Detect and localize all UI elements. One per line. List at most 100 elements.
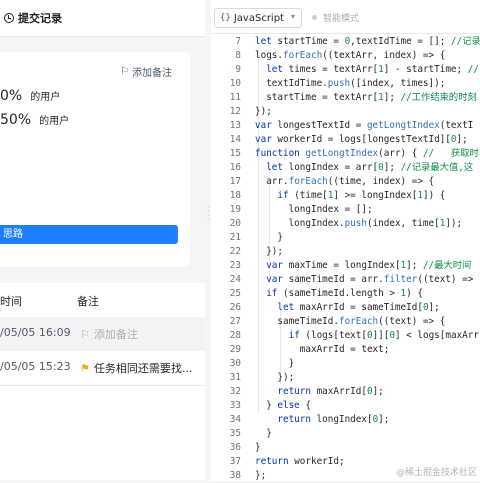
line-number: 36 (229, 442, 241, 453)
smart-mode-toggle[interactable]: 智能模式 (312, 11, 359, 24)
code-line: if (sameTimeId.length > 1) { (266, 288, 423, 299)
code-line: longIndex = []; (255, 204, 373, 215)
line-number: 26 (229, 302, 241, 313)
code-line: let longIndex = arr[0]; //记录最大值,这 (266, 162, 474, 173)
code-line: maxArrId = text; (255, 344, 390, 355)
line-number: 22 (229, 246, 241, 257)
code-line: } else { (255, 400, 311, 411)
language-label: JavaScript (233, 12, 284, 24)
line-number: 20 (229, 218, 241, 229)
line-number: 25 (229, 288, 241, 299)
code-line: textIdTime.push([index, times]); (255, 78, 446, 89)
line-number: 29 (229, 344, 241, 355)
code-area[interactable]: let startTime = 0,textIdTime = []; //记录 … (255, 34, 480, 481)
line-number: 37 (229, 456, 241, 467)
line-number: 9 (235, 64, 241, 75)
left-tabbar: 提交记录 (0, 0, 205, 37)
stat-runtime: 0% 的用户 (0, 88, 60, 104)
line-number: 17 (229, 176, 241, 187)
note-text: 任务相同还需要找... (93, 362, 193, 375)
editor-panel: {} JavaScript ▾ 智能模式 7 8 9 10 11 12 13 14 15 16 17… (211, 0, 480, 481)
code-line: logs.forEach((textArr, index) => { (255, 50, 446, 61)
line-number: 18 (229, 190, 241, 201)
code-line: longIndex.push(index, time[1]); (255, 218, 463, 229)
tab-submission-history[interactable]: 提交记录 (0, 0, 74, 36)
editor-toolbar: {} JavaScript ▾ 智能模式 (211, 0, 480, 36)
add-note-button[interactable]: ⚐ 添加备注 (120, 64, 172, 79)
note-cell[interactable]: ⚑ 任务相同还需要找... (80, 360, 192, 376)
code-line: } (255, 358, 295, 369)
code-line: var longestTextId = getLongtIndex(textI (255, 120, 474, 131)
line-number: 8 (235, 50, 241, 61)
stat-runtime-value: 0% (0, 88, 23, 104)
code-line: var workerId = logs[longestTextId][0]; (255, 134, 468, 145)
code-line: return maxArrId[0]; (277, 386, 384, 397)
line-number-gutter: 7 8 9 10 11 12 13 14 15 16 17 18 19 20 21 22 23 24 25 26 27 2… (211, 34, 251, 481)
left-panel: 提交记录 ⚐ 添加备注 0% 的用户 50% 的用户 思路 时间 备注 /05/05… (0, 0, 205, 480)
line-number: 14 (229, 134, 241, 145)
write-idea-button[interactable]: 思路 (0, 225, 178, 244)
smart-mode-label: 智能模式 (323, 14, 360, 24)
line-number: 11 (229, 92, 241, 103)
code-line: let startTime = 0,textIdTime = []; //记录 (255, 36, 480, 47)
code-line: sameTimeId.forEach((text) => { (255, 316, 446, 327)
stat-memory-value: 50% (0, 112, 32, 128)
submission-time: /05/05 15:23 (0, 360, 71, 373)
line-number: 34 (229, 414, 241, 425)
flag-icon: ⚐ (120, 66, 129, 77)
table-header: 时间 备注 (0, 283, 205, 318)
code-line: } (255, 442, 261, 453)
line-number: 38 (229, 470, 241, 481)
line-number: 28 (229, 330, 241, 341)
drag-handle-icon[interactable]: · · · · (207, 204, 210, 224)
stat-memory-text: 的用户 (39, 116, 70, 127)
language-select[interactable]: {} JavaScript ▾ (214, 8, 302, 28)
panel-splitter[interactable] (207, 0, 210, 480)
code-line: return longIndex[0]; (277, 414, 390, 425)
line-number: 23 (229, 260, 241, 271)
line-number: 16 (229, 162, 241, 173)
line-number: 30 (229, 358, 241, 369)
chevron-down-icon: ▾ (290, 12, 295, 21)
line-number: 10 (229, 78, 241, 89)
add-note-link[interactable]: ⚐ 添加备注 (80, 326, 138, 342)
code-line: }); (255, 246, 283, 257)
code-line: let maxArrId = sameTimeId[0]; (277, 302, 440, 313)
code-line: } (255, 428, 272, 439)
toggle-dot-icon (312, 15, 317, 20)
line-number: 12 (229, 106, 241, 117)
line-number: 32 (229, 386, 241, 397)
line-number: 35 (229, 428, 241, 439)
stat-memory: 50% 的用户 (0, 112, 69, 128)
code-line: let times = textArr[1] - startTime; // (266, 64, 479, 75)
line-number: 19 (229, 204, 241, 215)
code-editor[interactable]: 7 8 9 10 11 12 13 14 15 16 17 18 19 20 21 22 23 24 25 26 27 2… (211, 33, 480, 481)
code-line: if (logs[text[0]][0] < logs[maxArr (288, 330, 479, 341)
code-line: function getLongtIndex(arr) { // 获取时 (255, 148, 479, 159)
line-number: 31 (229, 372, 241, 383)
submission-time: /05/05 16:09 (0, 326, 71, 339)
submission-table: 时间 备注 /05/05 16:09 ⚐ 添加备注 /05/05 15:23 ⚑… (0, 283, 205, 480)
tab-history-label: 提交记录 (18, 12, 62, 25)
code-line: return workerId; (255, 456, 345, 467)
flag-filled-icon: ⚑ (80, 361, 90, 375)
column-header-note: 备注 (77, 295, 99, 308)
add-note-label: 添加备注 (131, 68, 172, 79)
line-number: 7 (235, 36, 241, 47)
code-braces-icon: {} (220, 13, 231, 23)
flag-outline-icon: ⚐ (80, 327, 90, 341)
code-line: }; (255, 470, 267, 481)
table-row[interactable]: /05/05 15:23 ⚑ 任务相同还需要找... (0, 351, 205, 386)
watermark: @稀土掘金技术社区 (395, 468, 477, 478)
code-line: if (time[1] >= longIndex[1]) { (277, 190, 446, 201)
clock-icon (4, 13, 14, 23)
code-line: var sameTimeId = arr.filter((text) => (266, 274, 474, 285)
line-number: 24 (229, 274, 241, 285)
stat-runtime-text: 的用户 (30, 92, 61, 103)
note-text: 添加备注 (93, 328, 138, 341)
table-row[interactable]: /05/05 16:09 ⚐ 添加备注 (0, 317, 205, 351)
line-number: 33 (229, 400, 241, 411)
line-number: 15 (229, 148, 241, 159)
column-header-time: 时间 (0, 295, 22, 308)
code-line: }); (255, 106, 272, 117)
